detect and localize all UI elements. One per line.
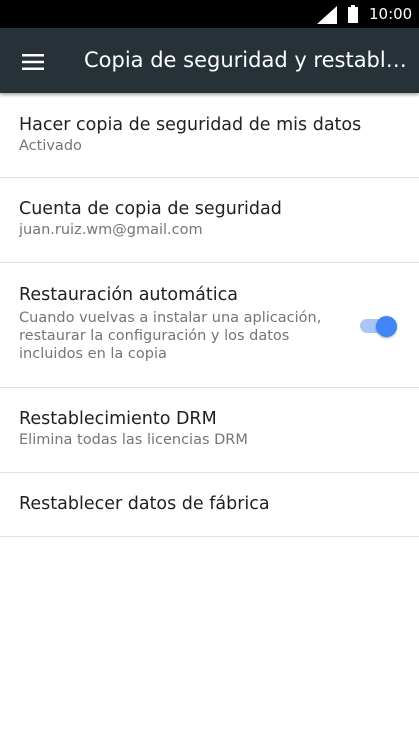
toolbar: Copia de seguridad y restable… xyxy=(0,28,419,93)
automatic-restore-toggle[interactable] xyxy=(358,316,398,337)
settings-list: Hacer copia de seguridad de mis datos Ac… xyxy=(0,93,419,537)
item-summary: Cuando vuelvas a instalar una aplicación… xyxy=(19,310,322,362)
drm-reset-item[interactable]: Restablecimiento DRM Elimina todas las l… xyxy=(0,388,419,473)
page-title: Copia de seguridad y restable… xyxy=(84,48,414,72)
battery-icon xyxy=(348,5,358,27)
automatic-restore-item[interactable]: Restauración automática Cuando vuelvas a… xyxy=(0,263,419,388)
signal-icon xyxy=(317,6,337,28)
item-summary: juan.ruiz.wm@gmail.com xyxy=(19,222,203,238)
status-time: 10:00 xyxy=(369,5,413,23)
backup-account-item[interactable]: Cuenta de copia de seguridad juan.ruiz.w… xyxy=(0,178,419,263)
item-title: Hacer copia de seguridad de mis datos xyxy=(19,115,362,135)
item-title: Restablecimiento DRM xyxy=(19,409,217,429)
item-summary: Elimina todas las licencias DRM xyxy=(19,432,248,448)
toggle-thumb xyxy=(376,316,397,337)
status-bar: 10:00 xyxy=(0,0,419,28)
item-title: Restauración automática xyxy=(19,285,238,305)
item-title: Restablecer datos de fábrica xyxy=(19,494,270,514)
backup-my-data-item[interactable]: Hacer copia de seguridad de mis datos Ac… xyxy=(0,93,419,178)
factory-reset-item[interactable]: Restablecer datos de fábrica xyxy=(0,473,419,537)
menu-button[interactable] xyxy=(12,40,54,82)
item-summary: Activado xyxy=(19,138,82,154)
item-title: Cuenta de copia de seguridad xyxy=(19,199,282,219)
hamburger-menu-icon xyxy=(22,54,44,70)
